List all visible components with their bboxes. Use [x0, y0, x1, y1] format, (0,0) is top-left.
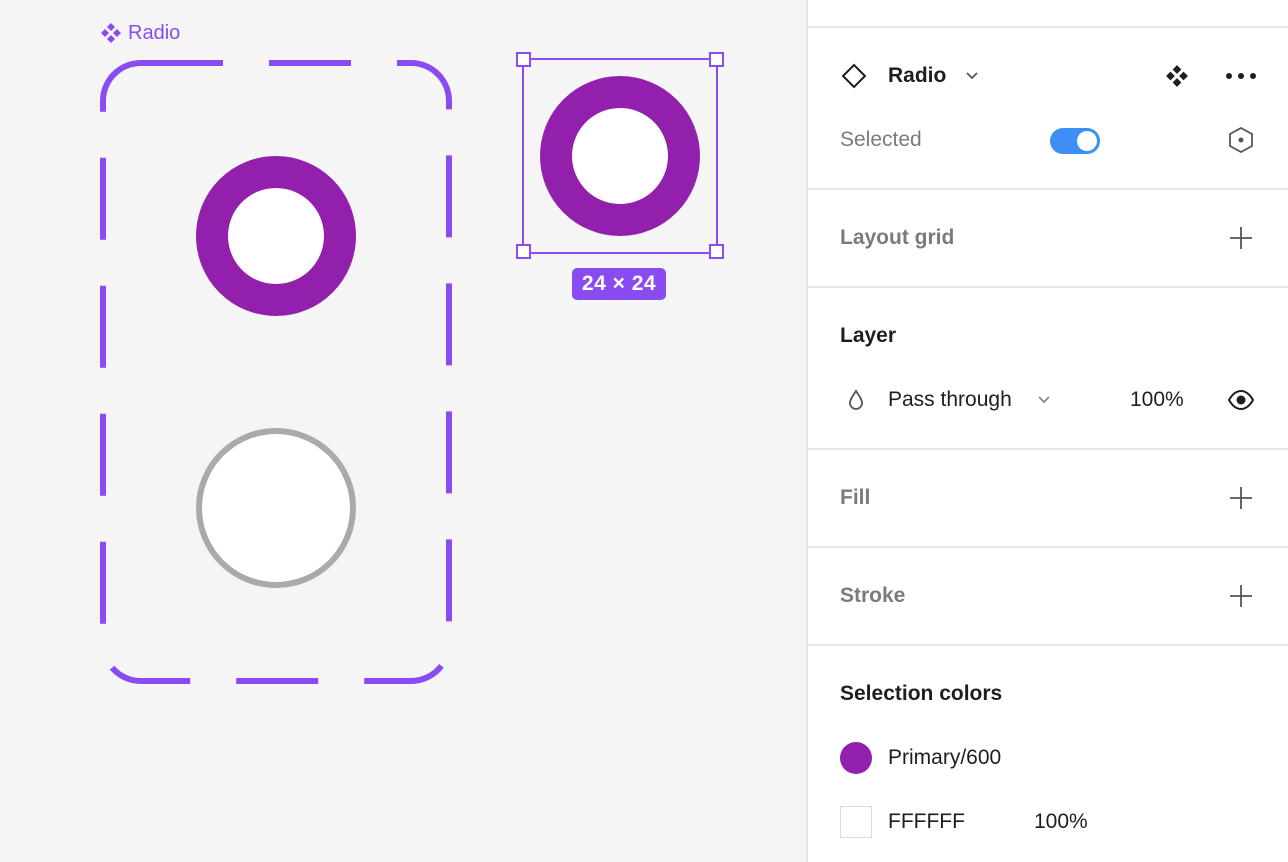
- selection-colors-title: Selection colors: [840, 682, 1003, 705]
- stroke-header: Stroke: [808, 576, 1288, 616]
- resize-handle-top-left: [516, 52, 531, 67]
- selection-color-row[interactable]: FFFFFF 100%: [808, 802, 1288, 842]
- radio-variant-unselected[interactable]: [196, 428, 356, 588]
- layer-section: Layer Pass through 100%: [808, 286, 1288, 448]
- fill-section: Fill: [808, 448, 1288, 546]
- blend-mode-select[interactable]: Pass through: [888, 380, 1012, 420]
- color-hex[interactable]: FFFFFF: [888, 802, 965, 842]
- layer-blend-row: Pass through 100%: [808, 380, 1288, 420]
- component-set-icon: [101, 23, 121, 43]
- stroke-title: Stroke: [840, 584, 906, 607]
- property-label: Selected: [840, 128, 922, 151]
- component-set-name: Radio: [128, 21, 181, 44]
- properties-panel: Radio Selected Layout grid Layer Pass th…: [806, 0, 1288, 862]
- component-set-frame[interactable]: [100, 60, 452, 684]
- resize-handle-bottom-left: [516, 244, 531, 259]
- add-layout-grid-icon[interactable]: [1226, 218, 1256, 258]
- color-swatch[interactable]: [840, 806, 872, 838]
- resize-handle-bottom-right: [709, 244, 724, 259]
- design-canvas[interactable]: Radio 24 × 24: [0, 0, 806, 862]
- chevron-down-icon[interactable]: [1034, 380, 1054, 420]
- chevron-down-icon[interactable]: [960, 56, 984, 96]
- component-name[interactable]: Radio: [888, 56, 946, 96]
- color-name[interactable]: Primary/600: [888, 738, 1001, 778]
- toggle-knob: [1077, 131, 1097, 151]
- layer-opacity-input[interactable]: 100%: [1130, 380, 1184, 420]
- color-swatch[interactable]: [840, 742, 872, 774]
- layer-header: Layer: [808, 316, 1288, 356]
- resize-handle-top-right: [709, 52, 724, 67]
- selection-colors-section: Selection colors Primary/600 FFFFFF 100%: [808, 644, 1288, 862]
- layout-grid-title: Layout grid: [840, 226, 955, 249]
- layout-grid-header: Layout grid: [808, 218, 1288, 258]
- selected-toggle[interactable]: [1050, 128, 1100, 154]
- layout-grid-section: Layout grid: [808, 188, 1288, 286]
- fill-header: Fill: [808, 478, 1288, 518]
- component-section: Radio Selected: [808, 26, 1288, 188]
- eye-icon[interactable]: [1224, 380, 1258, 420]
- component-header-row: Radio: [808, 56, 1288, 96]
- radio-variant-selected[interactable]: [196, 156, 356, 316]
- color-opacity[interactable]: 100%: [1034, 802, 1088, 842]
- property-row-selected: Selected: [808, 120, 1288, 160]
- selection-colors-header: Selection colors: [808, 674, 1288, 714]
- dimension-badge: 24 × 24: [572, 268, 666, 300]
- add-fill-icon[interactable]: [1226, 478, 1256, 518]
- add-stroke-icon[interactable]: [1226, 576, 1256, 616]
- fill-title: Fill: [840, 486, 871, 509]
- component-set-label[interactable]: Radio: [100, 20, 180, 46]
- stroke-section: Stroke: [808, 546, 1288, 644]
- selected-radio-instance[interactable]: [516, 52, 724, 260]
- component-instance-icon: [838, 56, 870, 96]
- more-options-icon[interactable]: [1222, 56, 1260, 96]
- go-to-main-component-icon[interactable]: [1162, 56, 1192, 96]
- component-property-icon[interactable]: [1224, 120, 1258, 160]
- layer-title: Layer: [840, 324, 897, 347]
- selection-color-row[interactable]: Primary/600: [808, 738, 1288, 778]
- blend-mode-drop-icon: [844, 380, 868, 420]
